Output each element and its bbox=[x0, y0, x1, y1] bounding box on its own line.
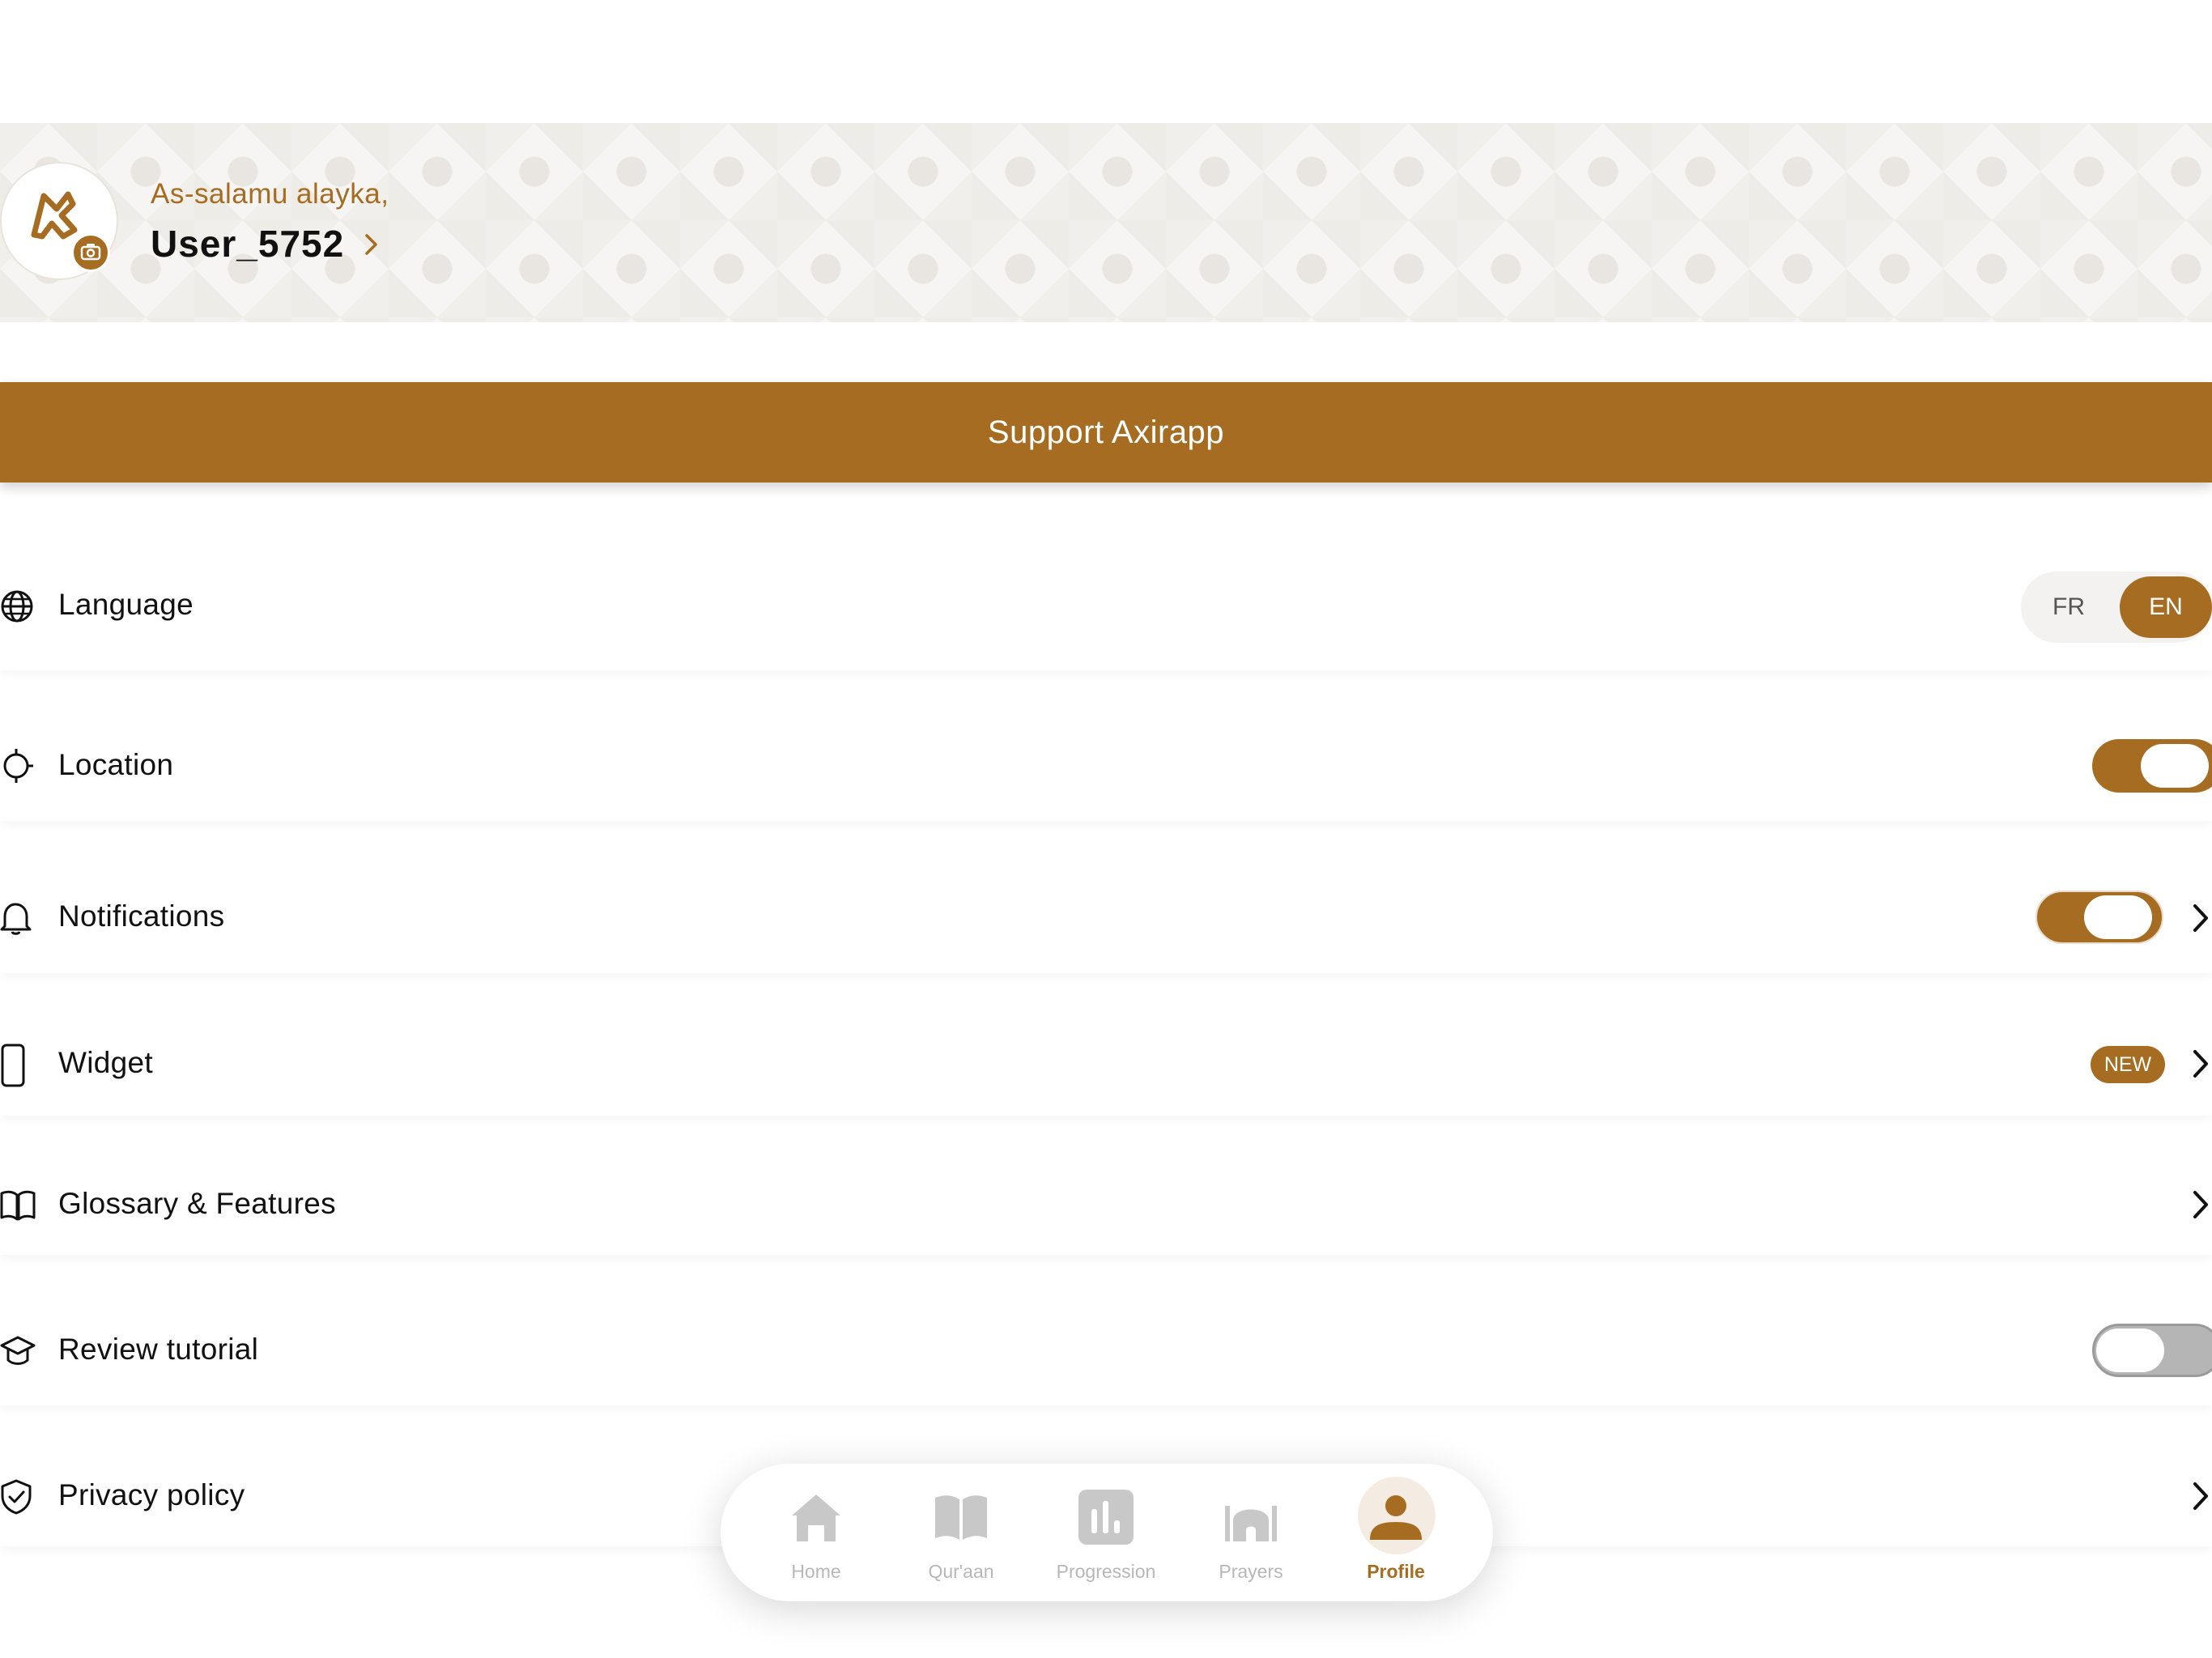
chevron-right-icon[interactable] bbox=[2191, 1480, 2210, 1512]
bell-icon bbox=[0, 903, 32, 935]
tab-progression[interactable]: Progression bbox=[1045, 1464, 1167, 1601]
username[interactable]: User_5752 bbox=[151, 222, 344, 266]
chevron-right-icon[interactable] bbox=[2191, 902, 2210, 934]
book-icon bbox=[0, 1190, 36, 1221]
location-row: Location bbox=[0, 711, 2212, 821]
tab-profile[interactable]: Profile bbox=[1335, 1464, 1457, 1601]
greeting-text: As-salamu alayka, bbox=[151, 178, 389, 210]
glossary-row[interactable]: Glossary & Features bbox=[0, 1154, 2212, 1255]
location-crosshair-icon bbox=[3, 749, 33, 783]
bottom-tab-bar: Home Qur'aan Progression Prayers Profile bbox=[721, 1464, 1493, 1601]
tutorial-label: Review tutorial bbox=[58, 1333, 259, 1366]
book-open-icon bbox=[935, 1495, 987, 1540]
location-toggle[interactable] bbox=[2092, 739, 2212, 793]
language-segmented-control[interactable]: FR EN bbox=[2021, 572, 2212, 643]
toggle-knob bbox=[2141, 744, 2209, 788]
support-button[interactable]: Support Axirapp bbox=[0, 382, 2212, 483]
notifications-label: Notifications bbox=[58, 899, 225, 933]
tab-profile-label: Profile bbox=[1367, 1561, 1425, 1582]
notifications-row[interactable]: Notifications bbox=[0, 861, 2212, 973]
mosque-icon bbox=[1225, 1506, 1277, 1541]
tab-prayers-label: Prayers bbox=[1219, 1561, 1283, 1582]
phone-icon bbox=[1, 1044, 25, 1087]
widget-label: Widget bbox=[58, 1046, 153, 1079]
new-badge: NEW bbox=[2091, 1046, 2165, 1083]
language-row: Language bbox=[0, 541, 2212, 670]
tab-quran-label: Qur'aan bbox=[928, 1561, 994, 1582]
chevron-right-icon[interactable] bbox=[2191, 1188, 2210, 1221]
privacy-label: Privacy policy bbox=[58, 1478, 245, 1511]
globe-icon bbox=[1, 590, 33, 623]
tutorial-row: Review tutorial bbox=[0, 1295, 2212, 1405]
chevron-right-icon[interactable] bbox=[2191, 1048, 2210, 1080]
tab-home-label: Home bbox=[791, 1561, 841, 1582]
toggle-knob bbox=[2084, 895, 2152, 939]
tab-home[interactable]: Home bbox=[755, 1464, 877, 1601]
home-icon bbox=[792, 1494, 840, 1541]
glossary-label: Glossary & Features bbox=[58, 1187, 336, 1220]
widget-row[interactable]: Widget bbox=[0, 1012, 2212, 1116]
language-option-en[interactable]: EN bbox=[2120, 576, 2212, 638]
shield-check-icon bbox=[1, 1479, 32, 1515]
user-icon bbox=[1370, 1495, 1422, 1540]
language-label: Language bbox=[58, 588, 194, 621]
language-option-fr[interactable]: FR bbox=[2021, 572, 2116, 643]
tab-prayers[interactable]: Prayers bbox=[1190, 1464, 1312, 1601]
tab-quran[interactable]: Qur'aan bbox=[900, 1464, 1022, 1601]
toggle-knob bbox=[2096, 1329, 2164, 1372]
bar-chart-icon bbox=[1078, 1490, 1134, 1545]
tutorial-toggle[interactable] bbox=[2092, 1324, 2212, 1377]
location-label: Location bbox=[58, 748, 174, 781]
notifications-toggle[interactable] bbox=[2035, 891, 2163, 944]
avatar[interactable] bbox=[0, 162, 118, 280]
camera-icon[interactable] bbox=[71, 233, 110, 272]
graduation-cap-icon bbox=[0, 1336, 36, 1365]
tab-progression-label: Progression bbox=[1056, 1561, 1156, 1582]
chevron-right-icon[interactable] bbox=[363, 232, 381, 257]
